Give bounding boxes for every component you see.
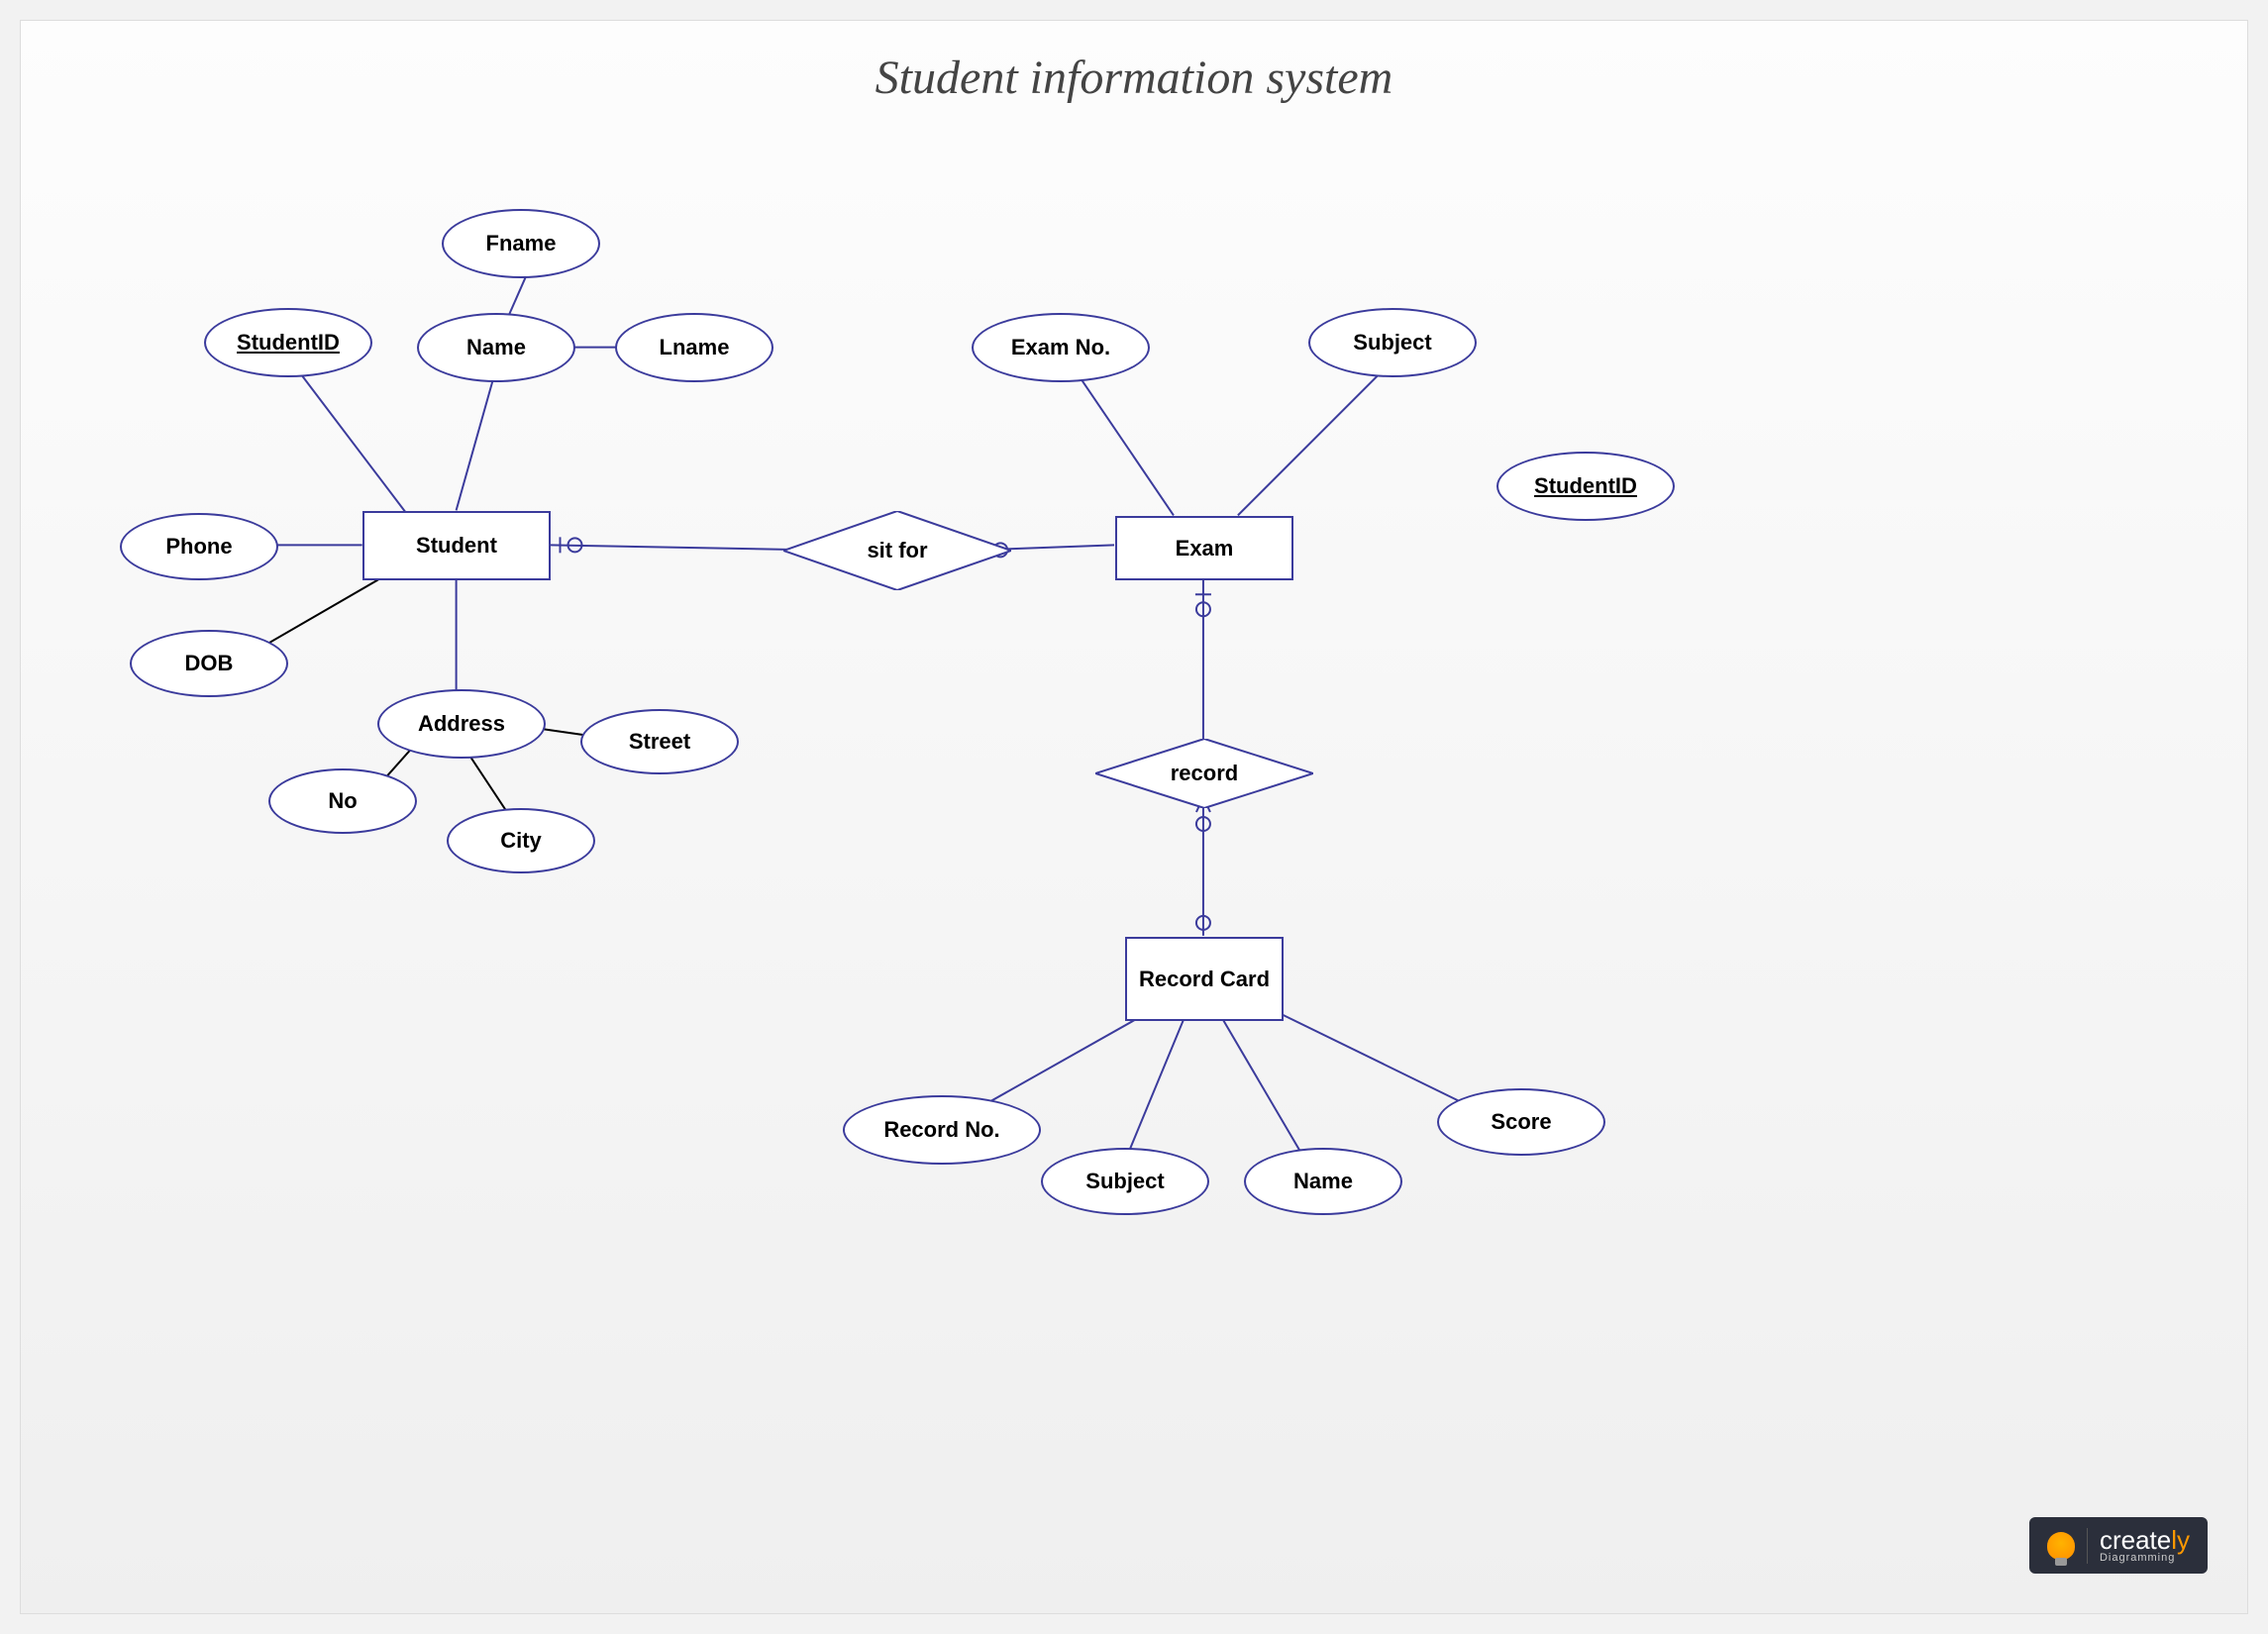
attr-exam-subject: Subject bbox=[1308, 308, 1477, 377]
attr-recordcard-name: Name bbox=[1244, 1148, 1402, 1215]
attr-recordcard-recordno: Record No. bbox=[843, 1095, 1041, 1165]
attr-student-address: Address bbox=[377, 689, 546, 759]
attr-exam-examno: Exam No. bbox=[972, 313, 1150, 382]
diagram-canvas: Student information system bbox=[20, 20, 2248, 1614]
attr-exam-studentid: StudentID bbox=[1496, 452, 1675, 521]
entity-recordcard: Record Card bbox=[1125, 937, 1284, 1021]
attr-student-fname: Fname bbox=[442, 209, 600, 278]
edge-recordcard-name bbox=[1223, 1020, 1307, 1164]
logo-text: creately Diagramming bbox=[2100, 1527, 2190, 1564]
edge-exam-examno bbox=[1080, 377, 1174, 516]
entity-exam: Exam bbox=[1115, 516, 1293, 580]
attr-student-dob: DOB bbox=[130, 630, 288, 697]
edge-student-sitfor bbox=[551, 545, 813, 550]
bulb-icon bbox=[2047, 1532, 2075, 1560]
edge-student-name bbox=[457, 377, 494, 511]
attr-address-city: City bbox=[447, 808, 595, 873]
attr-student-name: Name bbox=[417, 313, 575, 382]
attr-address-street: Street bbox=[580, 709, 739, 774]
edge-exam-subject bbox=[1238, 367, 1387, 516]
relationship-sitfor: sit for bbox=[783, 511, 1011, 590]
attr-student-studentid: StudentID bbox=[204, 308, 372, 377]
attr-student-lname: Lname bbox=[615, 313, 773, 382]
entity-student: Student bbox=[362, 511, 551, 580]
logo-divider bbox=[2087, 1528, 2088, 1564]
attr-student-phone: Phone bbox=[120, 513, 278, 580]
attr-recordcard-score: Score bbox=[1437, 1088, 1605, 1156]
edge-student-studentid bbox=[288, 357, 412, 521]
edge-recordcard-subject bbox=[1124, 1020, 1184, 1164]
relationship-record: record bbox=[1095, 739, 1313, 808]
attr-recordcard-subject: Subject bbox=[1041, 1148, 1209, 1215]
attr-address-no: No bbox=[268, 768, 417, 834]
creately-logo: creately Diagramming bbox=[2029, 1517, 2208, 1574]
